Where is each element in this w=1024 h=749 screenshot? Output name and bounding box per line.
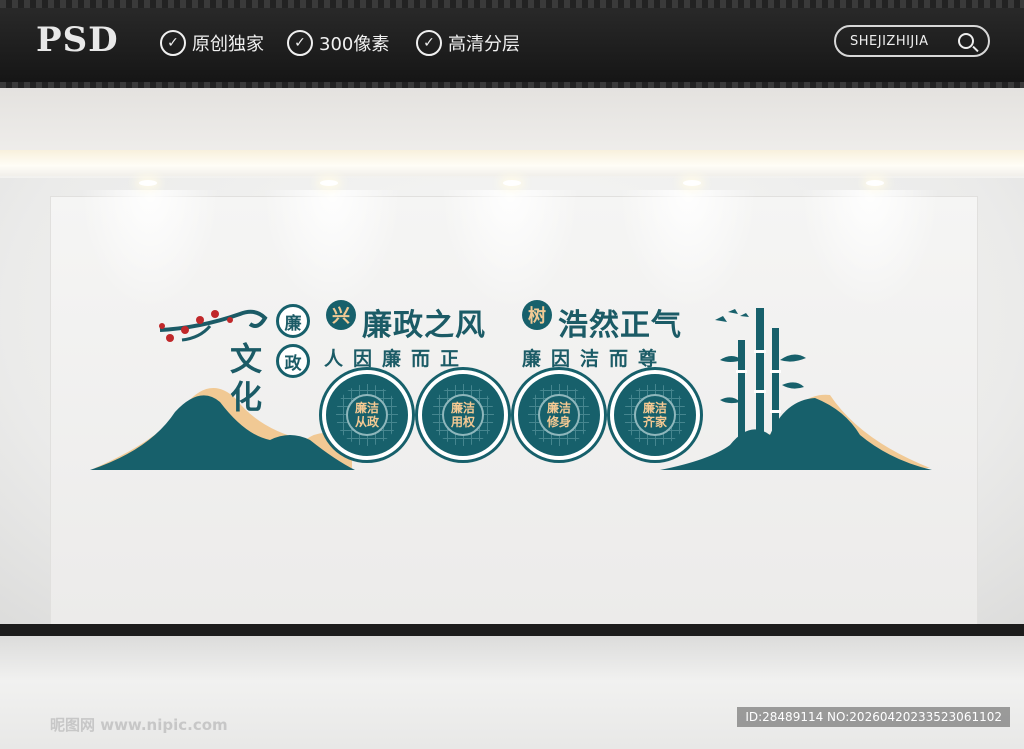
search-label: SHEJIZHIJIA — [850, 33, 929, 49]
downlight — [683, 180, 701, 186]
search-box[interactable]: SHEJIZHIJIA — [834, 25, 990, 57]
downlight — [139, 180, 157, 186]
light-glow — [800, 190, 940, 310]
feature-label: 高清分层 — [448, 34, 520, 55]
baseboard — [0, 624, 1024, 636]
medallion: 廉洁 修身 — [514, 370, 604, 460]
check-icon: ✓ — [287, 30, 313, 56]
top-bar: PSD ✓ 原创独家 ✓ 300像素 ✓ 高清分层 SHEJIZHIJIA — [0, 0, 1024, 88]
medallion: 廉洁 用权 — [418, 370, 508, 460]
slogan-badge: 兴 — [326, 300, 356, 330]
light-glow — [618, 190, 758, 310]
left-mountains — [90, 309, 355, 470]
vertical-title-char: 文 — [230, 340, 263, 378]
ceiling-cove-light — [0, 150, 1024, 176]
vertical-title-char: 化 — [230, 378, 263, 416]
medallion-text-top: 廉洁 — [546, 401, 571, 415]
search-icon[interactable] — [958, 33, 974, 49]
slogan-badge: 树 — [522, 300, 552, 330]
downlight — [320, 180, 338, 186]
medallion-center: 廉洁 修身 — [538, 394, 580, 436]
medallion-text-bottom: 修身 — [546, 415, 571, 429]
feature-original: ✓ 原创独家 — [160, 30, 264, 56]
subline-left: 人因廉而正 — [324, 348, 470, 370]
feature-label: 300像素 — [319, 34, 390, 55]
watermark-id: ID:28489114 NO:20260420233523061102 — [737, 707, 1010, 727]
medallion-text-top: 廉洁 — [450, 401, 475, 415]
downlight — [866, 180, 884, 186]
medallion-text-bottom: 从政 — [354, 415, 379, 429]
watermark-site: 昵图网 www.nipic.com — [50, 716, 228, 734]
slogan-left: 廉政之风 — [362, 308, 486, 343]
vertical-badge: 政 — [276, 344, 310, 378]
right-mountains-bamboo — [660, 308, 932, 470]
medallion: 廉洁 从政 — [322, 370, 412, 460]
medallion-center: 廉洁 用权 — [442, 394, 484, 436]
feature-label: 原创独家 — [192, 34, 264, 55]
downlight — [503, 180, 521, 186]
check-icon: ✓ — [160, 30, 186, 56]
medallion-text-bottom: 用权 — [450, 415, 475, 429]
feature-resolution: ✓ 300像素 — [287, 30, 389, 56]
feature-layered: ✓ 高清分层 — [416, 30, 520, 56]
medallion-text-top: 廉洁 — [354, 401, 379, 415]
psd-logo: PSD — [36, 20, 119, 60]
light-glow — [440, 190, 580, 310]
subline-right: 廉因洁而尊 — [522, 348, 668, 370]
check-icon: ✓ — [416, 30, 442, 56]
vertical-badge: 廉 — [276, 304, 310, 338]
medallion-center: 廉洁 从政 — [346, 394, 388, 436]
